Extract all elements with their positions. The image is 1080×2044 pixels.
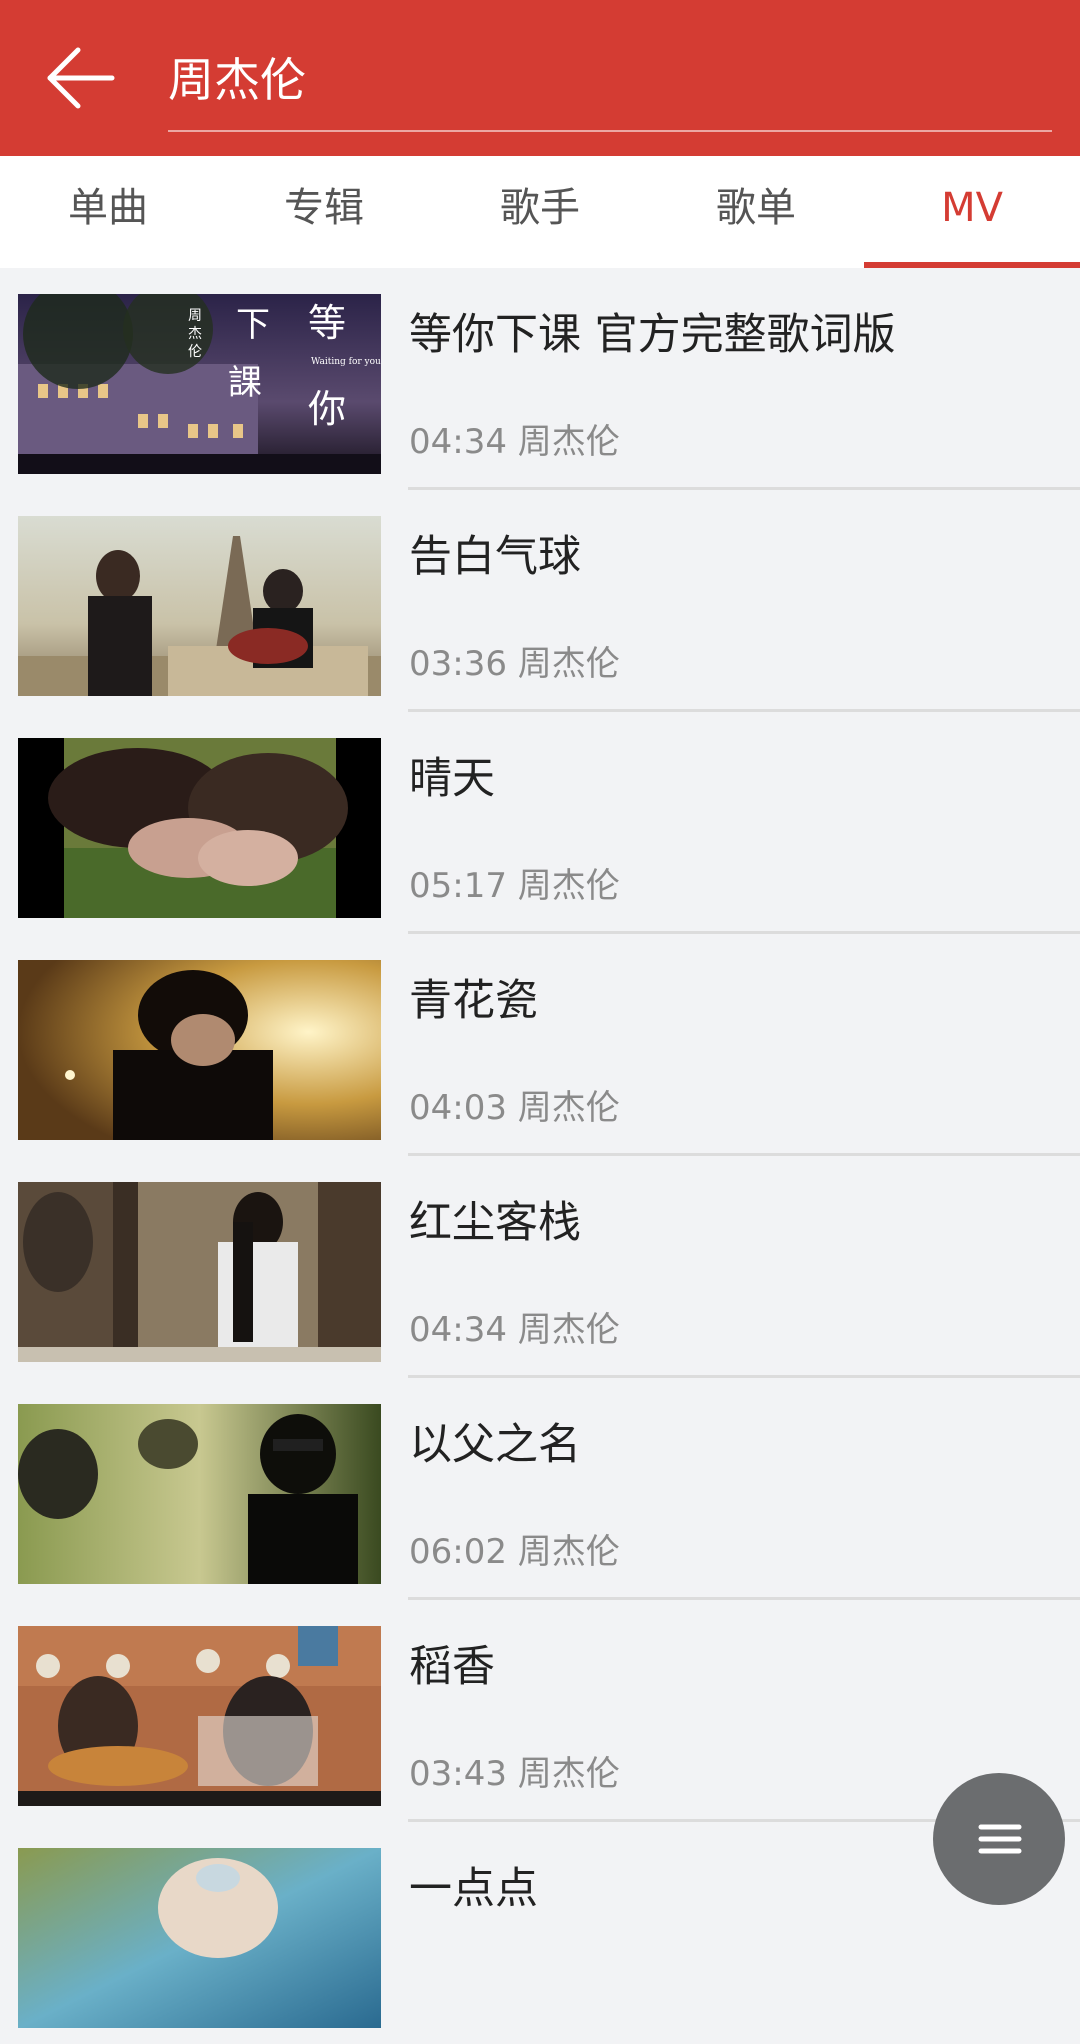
list-item[interactable]: 青花瓷 04:03 周杰伦 [0,934,1080,1156]
mv-title: 等你下课 官方完整歌词版 [409,310,896,360]
mv-duration-artist: 04:34 周杰伦 [409,422,620,462]
back-button[interactable] [44,40,124,116]
tab-label: MV [941,185,1003,231]
mv-thumbnail [18,1626,381,1806]
tab-mv[interactable]: MV [864,156,1080,268]
mv-title: 以父之名 [409,1420,581,1470]
mv-thumbnail: 下 課 等 你 Waiting for you 周杰伦 [18,294,381,474]
search-input[interactable]: 周杰伦 [168,40,1052,132]
menu-icon [978,1824,1022,1854]
svg-text:課: 課 [228,363,262,403]
category-tabs: 单曲 专辑 歌手 歌单 MV [0,156,1080,268]
svg-text:杰: 杰 [188,326,202,342]
mv-list: 下 課 等 你 Waiting for you 周杰伦 等你下课 官方完整歌词版… [0,268,1080,2044]
mv-thumbnail [18,1182,381,1362]
list-item[interactable]: 红尘客栈 04:34 周杰伦 [0,1156,1080,1378]
mv-thumbnail [18,1848,381,2028]
arrow-left-icon [47,47,115,109]
mv-duration-artist: 04:03 周杰伦 [409,1088,620,1128]
mv-title: 晴天 [409,754,495,804]
mv-title: 青花瓷 [409,976,538,1026]
tab-label: 单曲 [68,185,148,231]
list-item[interactable]: 下 課 等 你 Waiting for you 周杰伦 等你下课 官方完整歌词版… [0,268,1080,490]
svg-text:等: 等 [308,301,346,345]
mv-title: 稻香 [409,1642,495,1692]
tab-albums[interactable]: 专辑 [216,156,432,268]
mv-duration-artist: 04:34 周杰伦 [409,1310,620,1350]
mv-duration-artist: 03:36 周杰伦 [409,644,620,684]
tab-label: 专辑 [284,185,364,231]
list-item[interactable]: 告白气球 03:36 周杰伦 [0,490,1080,712]
mv-title: 红尘客栈 [409,1198,581,1248]
svg-text:Waiting for you: Waiting for you [311,357,381,367]
mv-title: 一点点 [409,1864,538,1914]
menu-button[interactable] [933,1773,1065,1905]
tab-playlists[interactable]: 歌单 [648,156,864,268]
mv-title: 告白气球 [409,532,581,582]
list-item[interactable]: 稻香 03:43 周杰伦 [0,1600,1080,1822]
search-query: 周杰伦 [168,53,306,107]
mv-thumbnail [18,516,381,696]
top-app-bar: 周杰伦 [0,0,1080,156]
tab-label: 歌手 [500,185,580,231]
mv-thumbnail [18,960,381,1140]
list-item[interactable]: 以父之名 06:02 周杰伦 [0,1378,1080,1600]
tab-songs[interactable]: 单曲 [0,156,216,268]
svg-text:周: 周 [188,308,202,324]
svg-text:伦: 伦 [188,344,202,360]
svg-text:下: 下 [236,305,270,345]
tab-label: 歌单 [716,185,796,231]
list-item[interactable]: 一点点 [0,1822,1080,2044]
mv-thumbnail [18,1404,381,1584]
mv-duration-artist: 05:17 周杰伦 [409,866,620,906]
list-item[interactable]: 晴天 05:17 周杰伦 [0,712,1080,934]
tab-artists[interactable]: 歌手 [432,156,648,268]
mv-duration-artist: 03:43 周杰伦 [409,1754,620,1794]
mv-thumbnail [18,738,381,918]
svg-text:你: 你 [308,387,346,431]
mv-duration-artist: 06:02 周杰伦 [409,1532,620,1572]
